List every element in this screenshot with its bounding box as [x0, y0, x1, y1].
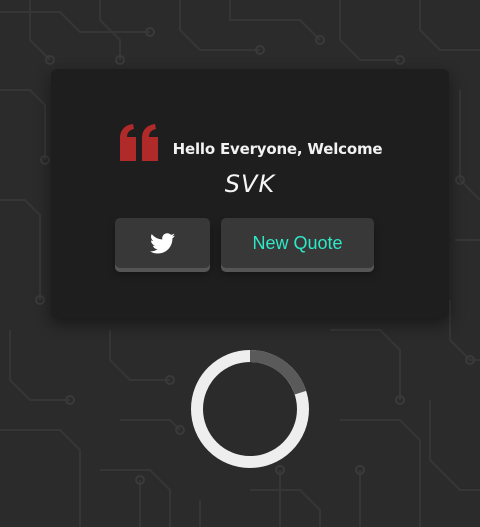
quote-card: Hello Everyone, Welcome SVK New Quote — [51, 69, 449, 318]
new-quote-label: New Quote — [252, 232, 343, 253]
quote-row: Hello Everyone, Welcome — [51, 119, 449, 161]
new-quote-button[interactable]: New Quote — [221, 218, 374, 268]
tweet-button[interactable] — [115, 218, 210, 268]
loading-spinner — [191, 350, 309, 468]
quote-author: SVK — [224, 170, 276, 198]
quote-icon — [119, 124, 158, 161]
twitter-icon — [150, 232, 175, 253]
quote-text: Hello Everyone, Welcome — [172, 140, 383, 158]
